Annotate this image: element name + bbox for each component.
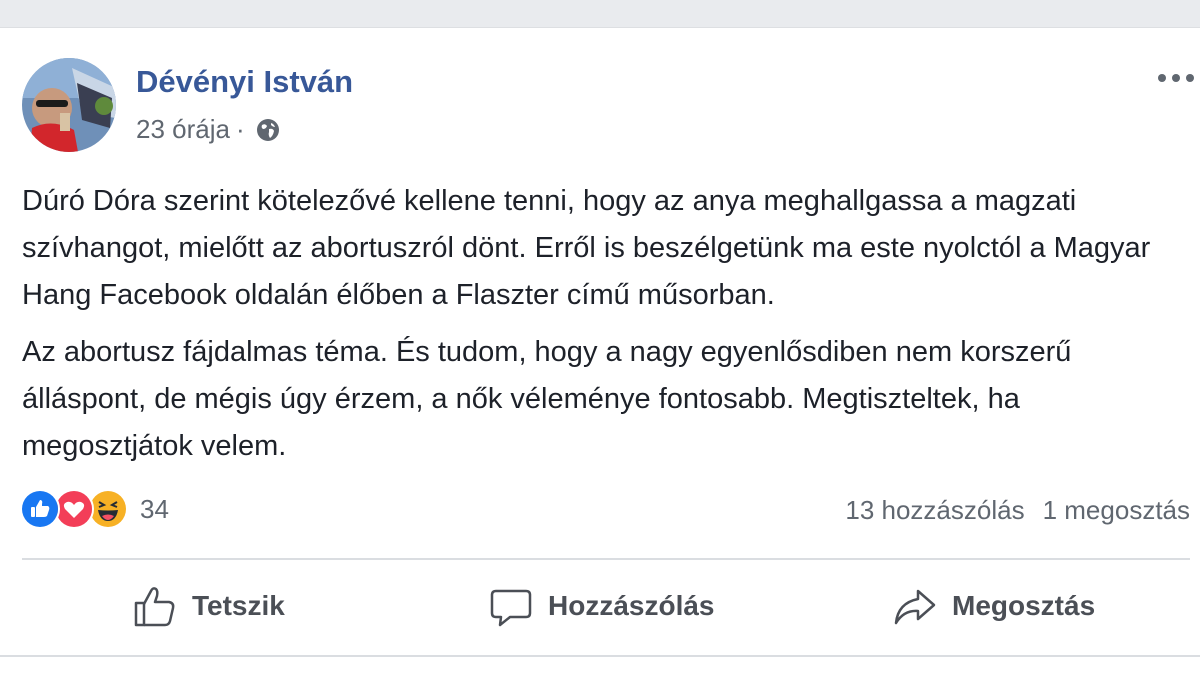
haha-reaction-icon (88, 489, 128, 529)
post-stats: 13 hozzászólás 1 megosztás (845, 495, 1190, 526)
reaction-count[interactable]: 34 (140, 494, 169, 525)
share-button[interactable]: Megosztás (892, 576, 1095, 636)
share-count[interactable]: 1 megosztás (1043, 495, 1190, 526)
post-actions: Tetszik Hozzászólás Megosztás (0, 576, 1200, 636)
post-body: Dúró Dóra szerint kötelezővé kellene ten… (22, 178, 1187, 480)
share-label: Megosztás (952, 590, 1096, 621)
like-button[interactable]: Tetszik (132, 576, 285, 636)
author-name[interactable]: Dévényi István (136, 64, 353, 100)
love-reaction-icon (54, 489, 94, 529)
comment-bubble-icon (490, 589, 532, 627)
divider (22, 558, 1190, 560)
post-card: Dévényi István 23 órája · Dúró Dóra szer… (0, 27, 1200, 674)
reactions-summary[interactable]: 34 (20, 489, 169, 529)
post-meta: 23 órája · (136, 114, 281, 145)
comment-label: Hozzászólás (548, 590, 715, 621)
post-time[interactable]: 23 órája (136, 114, 230, 145)
comment-count[interactable]: 13 hozzászólás (845, 495, 1024, 526)
like-label: Tetszik (192, 590, 285, 621)
share-arrow-icon (894, 589, 936, 625)
author-avatar[interactable] (22, 58, 116, 152)
post-paragraph: Dúró Dóra szerint kötelezővé kellene ten… (22, 185, 1151, 311)
thumbs-up-icon (134, 587, 175, 627)
globe-icon[interactable] (255, 117, 281, 143)
comment-button[interactable]: Hozzászólás (488, 576, 715, 636)
like-reaction-icon (20, 489, 60, 529)
post-paragraph: Az abortusz fájdalmas téma. És tudom, ho… (22, 336, 1072, 462)
more-options-icon[interactable] (1156, 66, 1200, 90)
meta-separator: · (235, 114, 245, 144)
divider (0, 655, 1200, 657)
